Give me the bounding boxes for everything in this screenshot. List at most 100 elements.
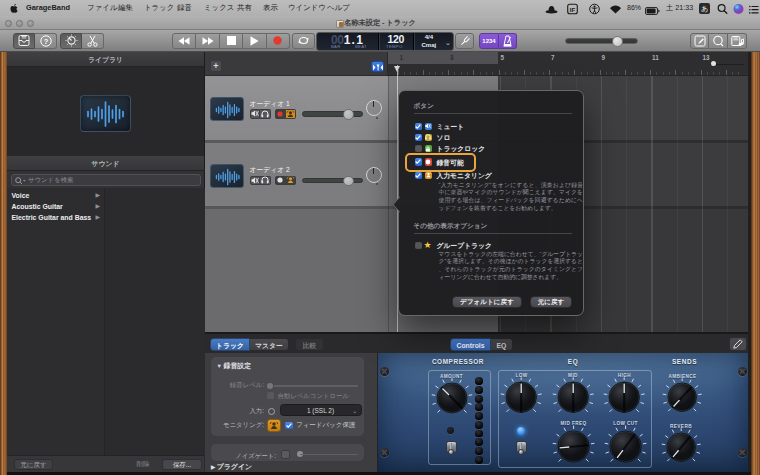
monitor-checkbox[interactable] xyxy=(415,172,423,180)
menu-item[interactable]: 編集 xyxy=(118,0,133,16)
track-input-monitoring-button[interactable] xyxy=(286,176,297,186)
count-in-button[interactable]: 1234 xyxy=(479,33,499,49)
knob-mid-freq[interactable] xyxy=(551,424,596,469)
menu-item[interactable]: 表示 xyxy=(263,0,278,16)
title-bar[interactable]: 名称未設定 - トラック xyxy=(0,16,760,30)
rec-level-slider-thumb[interactable] xyxy=(267,383,273,389)
track-mute-button[interactable] xyxy=(250,109,261,119)
track-solo-button[interactable] xyxy=(260,109,271,119)
sound-list-item[interactable]: Electric Guitar and Bass▶ xyxy=(7,212,104,223)
zoom-slider-thumb[interactable] xyxy=(711,61,716,66)
menu-item[interactable]: ヘルプ xyxy=(327,0,350,16)
knob-ambience[interactable] xyxy=(661,376,703,418)
segment-eq[interactable]: EQ xyxy=(491,338,513,351)
add-track-button[interactable]: + xyxy=(210,60,222,72)
forward-button[interactable] xyxy=(196,33,219,49)
tuner-button[interactable] xyxy=(455,33,474,49)
play-button[interactable] xyxy=(243,33,266,49)
undo-button[interactable]: 元に戻す xyxy=(14,459,53,470)
lcd-position-cell[interactable]: 001.1 BAR BEAT xyxy=(317,33,378,50)
siri-menu-icon[interactable] xyxy=(733,3,744,15)
playhead-marker[interactable] xyxy=(394,66,400,72)
lcd-tempo-cell[interactable]: 120 TEMPO xyxy=(379,33,413,50)
track-mute-button[interactable] xyxy=(250,176,261,186)
edit-pencil-button[interactable] xyxy=(729,337,747,351)
track-pan-knob[interactable] xyxy=(366,100,382,116)
menu-item[interactable]: 共有 xyxy=(237,0,252,16)
compare-button[interactable]: 比較 xyxy=(295,338,324,351)
sound-list-item[interactable]: Voice▶ xyxy=(7,190,104,201)
knob-high[interactable] xyxy=(602,375,646,419)
restore-defaults-button[interactable]: デフォルトに戻す xyxy=(452,296,522,308)
revert-button[interactable]: 元に戻す xyxy=(530,296,572,308)
input-source-icon[interactable]: あ xyxy=(699,3,710,14)
cycle-button[interactable] xyxy=(292,33,315,49)
spotlight-menu-icon[interactable] xyxy=(717,3,728,15)
loop-browser-button[interactable] xyxy=(709,33,728,49)
save-button[interactable]: 保存... xyxy=(162,459,202,470)
menu-item[interactable]: 録音 xyxy=(177,0,192,16)
master-volume-slider[interactable] xyxy=(565,38,638,44)
knob-mid[interactable] xyxy=(551,375,595,419)
mute-checkbox[interactable] xyxy=(415,123,423,131)
auto-level-checkbox[interactable] xyxy=(267,392,274,399)
media-browser-button[interactable] xyxy=(728,33,747,49)
library-toggle-button[interactable] xyxy=(13,33,35,49)
compressor-toggle-switch[interactable] xyxy=(445,438,458,456)
lcd-key-cell[interactable]: 4/4 Cmaj xyxy=(414,33,445,50)
track-input-monitoring-button[interactable] xyxy=(286,109,297,119)
accessibility-menu-icon[interactable] xyxy=(589,3,600,15)
track-volume-thumb[interactable] xyxy=(343,176,354,187)
master-volume-thumb[interactable] xyxy=(612,36,623,47)
lock-checkbox[interactable] xyxy=(415,145,423,153)
popover-row-headphones[interactable]: ソロ xyxy=(414,132,579,143)
record-button[interactable] xyxy=(267,33,290,49)
menu-item[interactable]: ミックス xyxy=(204,0,234,16)
lcd-menu-cell[interactable]: ⌄ xyxy=(444,33,453,50)
noise-gate-checkbox[interactable] xyxy=(281,450,290,459)
input-format-icon[interactable] xyxy=(268,408,275,415)
recording-settings-disclosure[interactable]: ▼ 録音設定 xyxy=(217,361,252,371)
editors-button[interactable] xyxy=(82,33,104,49)
menu-item[interactable]: ウインドウ xyxy=(288,0,326,16)
tab-master[interactable]: マスター xyxy=(250,338,289,351)
eq-toggle-switch[interactable] xyxy=(515,438,528,456)
rec-level-slider[interactable] xyxy=(274,385,358,387)
track-volume-thumb[interactable] xyxy=(343,109,354,120)
timeline-ruler[interactable]: 135791113 xyxy=(388,52,748,76)
if-menu-icon[interactable]: IF xyxy=(567,3,578,15)
lcd-display[interactable]: 001.1 BAR BEAT 120 TEMPO 4/4 Cmaj ⌄ xyxy=(316,32,454,51)
menu-item[interactable]: ファイル xyxy=(87,0,117,16)
menu-clock[interactable]: 土 21:33 xyxy=(666,0,693,16)
apple-menu-icon[interactable] xyxy=(10,3,19,15)
menu-app-name[interactable]: GarageBand xyxy=(26,0,70,16)
wifi-menu-icon[interactable] xyxy=(609,4,622,16)
segment-controls[interactable]: Controls xyxy=(450,338,491,351)
group-track-checkbox[interactable] xyxy=(415,242,423,250)
stop-button[interactable] xyxy=(220,33,243,49)
track-record-enable-button[interactable] xyxy=(275,109,286,119)
noise-gate-slider[interactable] xyxy=(300,454,358,456)
feedback-protection-checkbox[interactable] xyxy=(285,422,293,430)
menu-item[interactable]: トラック xyxy=(144,0,174,16)
track-pan-knob[interactable] xyxy=(366,167,382,183)
search-input[interactable]: サウンドを検索 xyxy=(11,174,201,186)
sound-list-item[interactable]: Acoustic Guitar▶ xyxy=(7,201,104,212)
headphones-checkbox[interactable] xyxy=(415,134,423,142)
knob-low[interactable] xyxy=(499,375,543,419)
plugins-disclosure[interactable]: ▶ プラグイン xyxy=(211,462,252,472)
knob-reverb[interactable] xyxy=(660,426,702,468)
metronome-button[interactable] xyxy=(499,33,517,49)
knob-low-cut[interactable] xyxy=(603,424,648,469)
quick-help-button[interactable]: ? xyxy=(35,33,57,49)
smart-controls-button[interactable] xyxy=(60,33,82,49)
notepad-button[interactable] xyxy=(690,33,709,49)
knob-amount[interactable] xyxy=(430,376,474,420)
notification-center-icon[interactable] xyxy=(749,4,759,16)
catch-playhead-button[interactable] xyxy=(371,61,384,72)
tab-track[interactable]: トラック xyxy=(210,338,250,351)
battery-icon[interactable] xyxy=(645,5,660,17)
track-volume-slider[interactable] xyxy=(302,178,363,184)
track-volume-slider[interactable] xyxy=(302,111,363,117)
track-record-enable-button[interactable] xyxy=(275,176,286,186)
